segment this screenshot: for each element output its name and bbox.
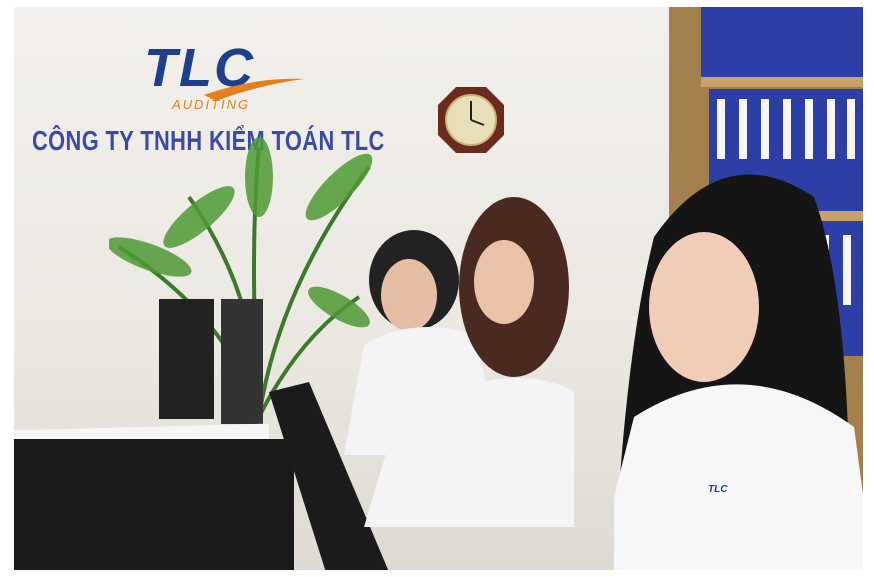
wall-clock-icon xyxy=(438,87,504,153)
office-photo: TLC AUDITING CÔNG TY TNHH KIỂM TOÁN TLC xyxy=(14,7,863,570)
tlc-logo: TLC AUDITING xyxy=(144,37,314,117)
woman-right xyxy=(614,174,863,570)
logo-tagline: AUDITING xyxy=(172,97,251,112)
woman-middle xyxy=(364,197,574,527)
desk-front xyxy=(14,439,294,570)
shirt-logo: TLC xyxy=(708,484,728,495)
monitor-icon xyxy=(159,299,263,424)
